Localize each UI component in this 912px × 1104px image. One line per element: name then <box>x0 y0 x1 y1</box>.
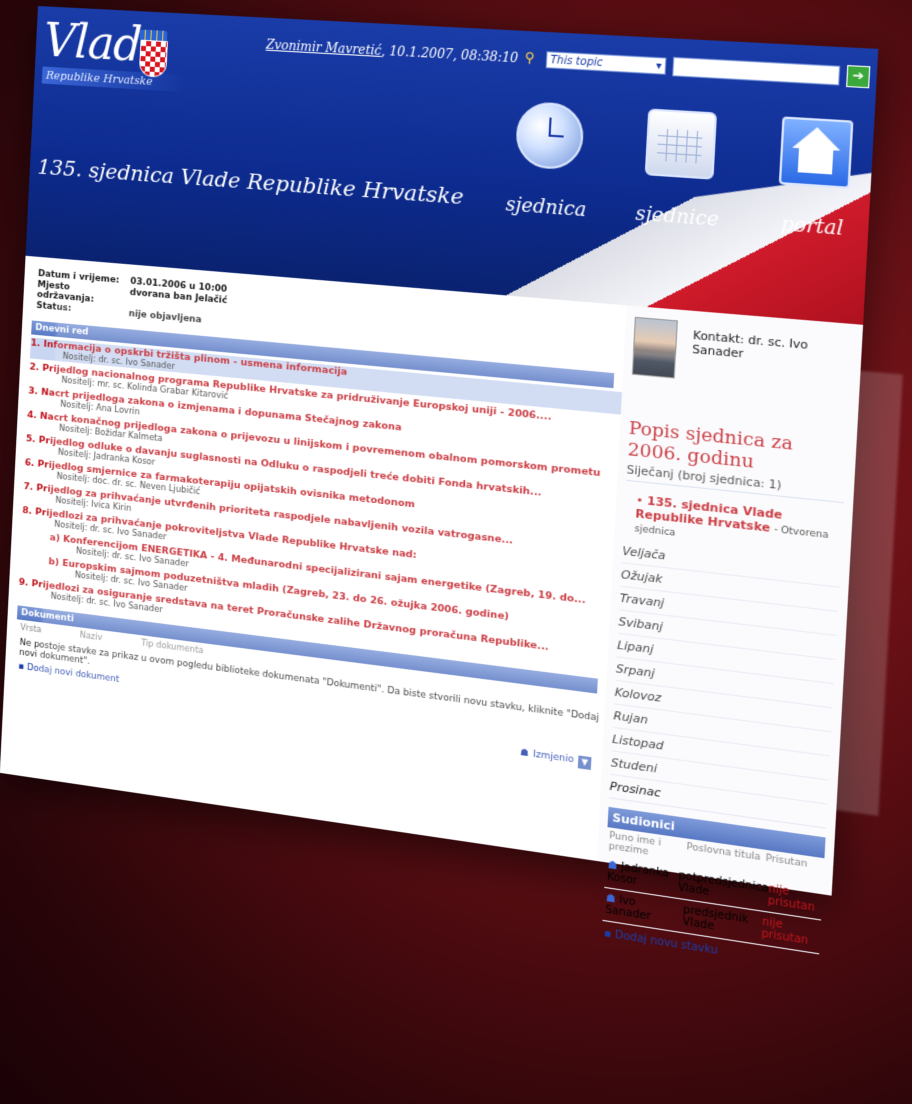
sidebar: Kontakt: dr. sc. Ivo Sanader Popis sjedn… <box>596 305 864 957</box>
clock-icon <box>514 100 585 171</box>
months-list: Veljača Ožujak Travanj Svibanj Lipanj Sr… <box>609 539 841 829</box>
participant-name[interactable]: ☗ Jadranka Kosor <box>607 859 679 893</box>
person-icon: ☗ <box>519 747 530 760</box>
participant-present: nije prisutan <box>767 883 816 915</box>
bullet-icon: • <box>635 492 648 508</box>
top-bar: Zvonimir Mavretić, 10.1.2007, 08:38:10 ⚲… <box>266 34 871 89</box>
nav-sjednice[interactable]: sjednice <box>633 108 726 231</box>
nav-label: sjednica <box>505 193 588 222</box>
nav-sjednica[interactable]: sjednica <box>504 100 594 222</box>
home-icon <box>778 116 854 189</box>
scroll-down-icon[interactable]: ▼ <box>577 755 592 771</box>
datetime: , 10.1.2007, 08:38:10 <box>381 43 519 66</box>
contact-card: Kontakt: dr. sc. Ivo Sanader <box>631 316 853 395</box>
sharepoint-page: Vlada Republike Hrvatske Zvonimir Mavret… <box>0 6 879 957</box>
search-scope-value: This topic <box>550 54 604 69</box>
main-column: Datum i vrijeme: 03.01.2006 u 10:00 Mjes… <box>0 256 627 861</box>
user-link[interactable]: Zvonimir Mavretić <box>266 37 382 58</box>
modified-label[interactable]: Izmjenio <box>533 749 574 767</box>
scene: Vlada Republike Hrvatske Zvonimir Mavret… <box>0 0 912 1104</box>
col-type[interactable]: Vrsta <box>20 623 42 636</box>
logo[interactable]: Vlada Republike Hrvatske <box>41 12 189 93</box>
key-icon: ⚲ <box>524 50 536 67</box>
content: Datum i vrijeme: 03.01.2006 u 10:00 Mjes… <box>0 255 864 957</box>
meeting-title: 135. sjednica Vlade Republike Hrvatske <box>37 154 465 210</box>
add-icon: ▪ <box>603 927 616 942</box>
search-go-button[interactable]: ➔ <box>846 65 871 89</box>
search-input[interactable] <box>672 56 841 86</box>
calendar-icon <box>644 108 718 180</box>
coat-of-arms-icon <box>138 39 168 78</box>
nav-portal[interactable]: portal <box>767 116 863 241</box>
col-name[interactable]: Naziv <box>79 630 102 643</box>
avatar <box>631 316 679 379</box>
contact-text: Kontakt: dr. sc. Ivo Sanader <box>691 328 809 361</box>
chevron-down-icon: ▾ <box>655 59 662 72</box>
participant-present: nije prisutan <box>761 916 809 948</box>
user-info: Zvonimir Mavretić, 10.1.2007, 08:38:10 <box>266 37 519 65</box>
nav-label: portal <box>780 212 844 241</box>
search-scope-select[interactable]: This topic ▾ <box>545 51 667 75</box>
